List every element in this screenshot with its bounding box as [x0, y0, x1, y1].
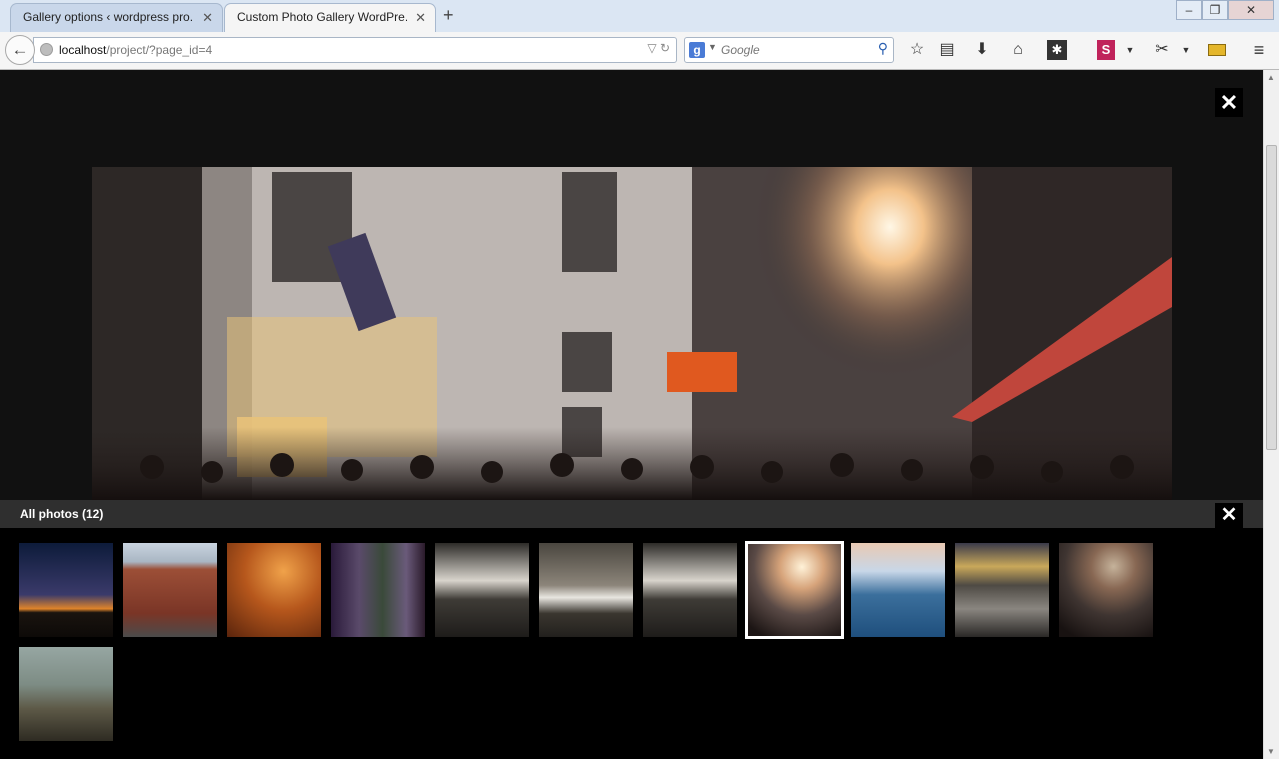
screenshot-icon[interactable]	[1208, 44, 1226, 56]
home-icon[interactable]: ⌂	[1008, 40, 1028, 60]
addon-icon[interactable]: ✱	[1047, 40, 1067, 60]
tab-custom-photo-gallery[interactable]: Custom Photo Gallery WordPre... ✕	[224, 3, 436, 32]
thumb-waterfall-rocks[interactable]	[435, 543, 529, 637]
search-placeholder: Google	[721, 43, 760, 57]
restore-button[interactable]: ❐	[1202, 0, 1228, 20]
tab-gallery-options[interactable]: Gallery options ‹ wordpress pro... ✕	[10, 3, 223, 32]
thumb-forest-path[interactable]	[331, 543, 425, 637]
tab-label: Gallery options ‹ wordpress pro...	[23, 10, 194, 24]
url-text: localhost/project/?page_id=4	[59, 43, 213, 57]
url-bar[interactable]: localhost/project/?page_id=4 ▽ ↻	[33, 37, 677, 63]
all-photos-header: All photos (12)	[0, 500, 1263, 528]
google-icon[interactable]: g	[689, 42, 705, 58]
search-go-icon[interactable]: ⚲	[878, 40, 888, 57]
thumb-silhouette-dusk[interactable]	[19, 543, 113, 637]
reading-list-icon[interactable]: ▤	[937, 40, 957, 60]
navigation-bar: localhost/project/?page_id=4 ▽ ↻ ← g ▼ G…	[0, 32, 1279, 70]
url-dropdown-reload-icons[interactable]: ▽ ↻	[647, 41, 670, 55]
thumb-waterfall-rocks-2[interactable]	[643, 543, 737, 637]
thumb-red-brick-corner[interactable]	[123, 543, 217, 637]
scroll-up-icon[interactable]: ▲	[1267, 73, 1275, 82]
window-close-button[interactable]: ✕	[1228, 0, 1274, 20]
street-crowd-sunset-photo	[92, 167, 1172, 500]
new-tab-button[interactable]: +	[443, 5, 454, 26]
menu-icon[interactable]: ≡	[1248, 40, 1270, 60]
scrollbar-thumb[interactable]	[1266, 145, 1277, 450]
vertical-scrollbar[interactable]: ▲ ▼	[1263, 70, 1279, 759]
star-icon[interactable]: ☆	[907, 40, 927, 60]
download-icon[interactable]: ⬇	[972, 40, 992, 60]
tab-label: Custom Photo Gallery WordPre...	[237, 10, 407, 24]
thumb-rocky-shore[interactable]	[955, 543, 1049, 637]
thumb-autumn-bench[interactable]	[227, 543, 321, 637]
lightbox-close-button[interactable]: ✕	[1215, 88, 1243, 117]
tab-close-icon[interactable]: ✕	[202, 4, 213, 31]
search-bar[interactable]: g ▼ Google ⚲	[684, 37, 894, 63]
thumb-mountain-haze[interactable]	[19, 647, 113, 741]
minimize-button[interactable]: ‒	[1176, 0, 1202, 20]
scroll-down-icon[interactable]: ▼	[1267, 747, 1275, 756]
chevron-down-icon[interactable]: ▼	[1180, 40, 1192, 60]
puzzle-icon[interactable]: ✂	[1152, 40, 1172, 60]
thumb-street-sunset-2[interactable]	[1059, 543, 1153, 637]
tab-close-icon[interactable]: ✕	[415, 4, 426, 31]
back-button[interactable]: ←	[5, 35, 35, 65]
s-extension-icon[interactable]: S	[1097, 40, 1115, 60]
chevron-down-icon[interactable]: ▼	[1124, 40, 1136, 60]
thumb-street-sunset[interactable]	[745, 541, 844, 639]
strip-close-button[interactable]: ✕	[1215, 503, 1243, 528]
globe-icon	[40, 43, 53, 56]
title-bar: Gallery options ‹ wordpress pro... ✕ Cus…	[0, 0, 1279, 32]
chevron-down-icon[interactable]: ▼	[708, 42, 717, 52]
thumb-sea-cliff[interactable]	[851, 543, 945, 637]
all-photos-title: All photos (12)	[20, 507, 104, 521]
thumb-desk-laptop[interactable]	[539, 543, 633, 637]
